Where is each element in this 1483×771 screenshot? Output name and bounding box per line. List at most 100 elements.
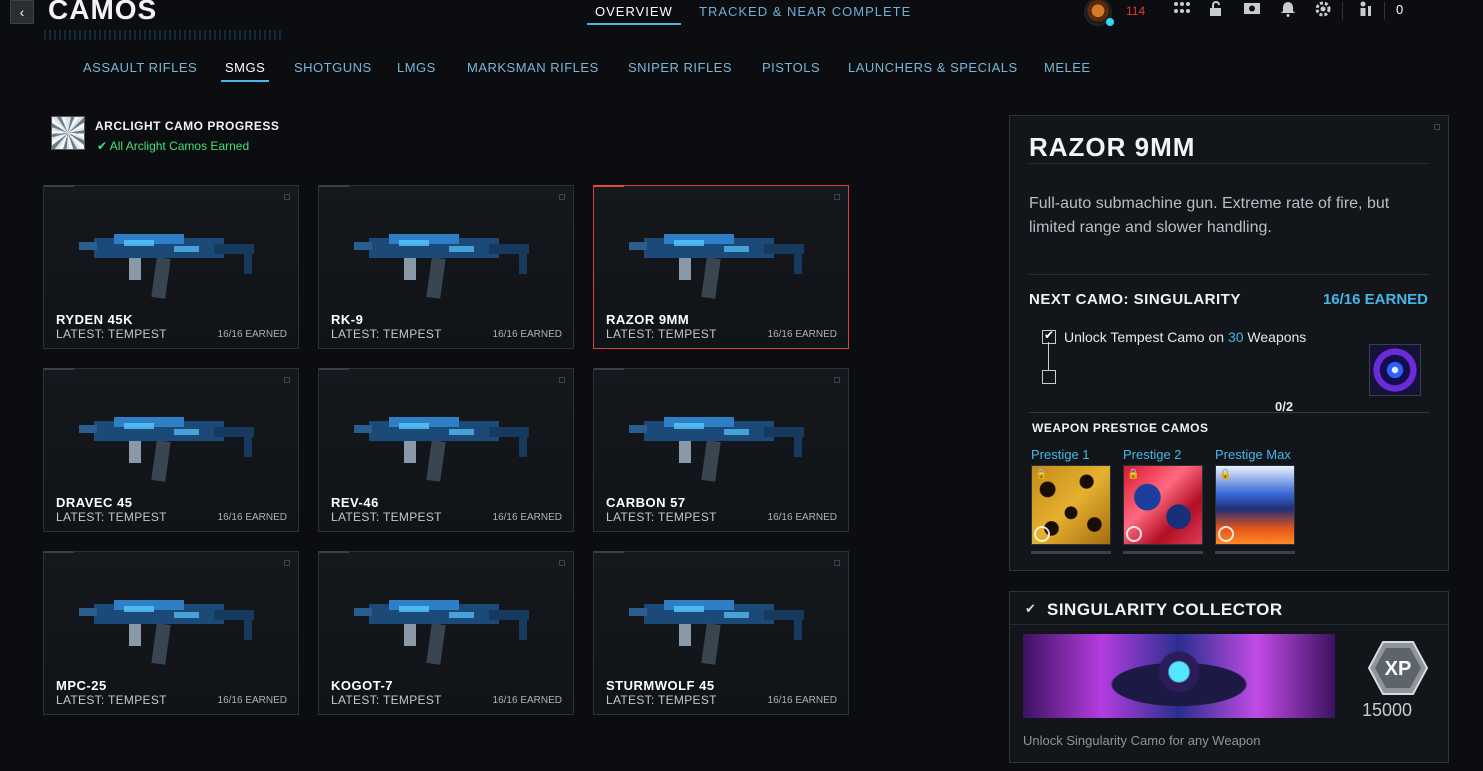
weapon-card[interactable]: KOGOT-7 LATEST: TEMPEST 16/16 EARNED — [318, 551, 574, 715]
card-corner-marker — [559, 194, 565, 200]
weapon-latest-camo: LATEST: TEMPEST — [606, 693, 717, 707]
weapon-earned-count: 16/16 EARNED — [492, 512, 562, 523]
xp-reward-value: 15000 — [1362, 700, 1413, 720]
prestige-badge-icon — [1218, 526, 1234, 542]
prestige-badge-icon — [1034, 526, 1050, 542]
challenge-checkbox-pending — [1042, 370, 1056, 384]
weapon-image — [349, 580, 545, 676]
settings-gear-icon[interactable] — [1313, 0, 1333, 20]
panel-corner-marker — [1434, 124, 1440, 130]
card-accent — [319, 185, 349, 187]
tab-assault-rifles[interactable]: ASSAULT RIFLES — [83, 60, 197, 75]
page-title: CAMOS — [48, 0, 158, 25]
collector-title: SINGULARITY COLLECTOR — [1047, 600, 1283, 619]
tab-smgs[interactable]: SMGS — [220, 60, 270, 82]
next-camo-label: NEXT CAMO: SINGULARITY — [1029, 291, 1241, 308]
xp-badge-label: XP — [1385, 658, 1412, 680]
weapon-card[interactable]: RAZOR 9MM LATEST: TEMPEST 16/16 EARNED — [593, 185, 849, 349]
tab-pistols[interactable]: PISTOLS — [762, 60, 820, 75]
theater-icon[interactable] — [1242, 0, 1262, 20]
tab-tracked-near-complete[interactable]: TRACKED & NEAR COMPLETE — [699, 4, 911, 19]
card-corner-marker — [834, 560, 840, 566]
weapon-name: KOGOT-7 — [331, 678, 394, 693]
unlock-icon[interactable] — [1206, 0, 1226, 20]
notification-bell-icon[interactable] — [1278, 0, 1298, 20]
prestige-badge-icon — [1126, 526, 1142, 542]
party-icon[interactable] — [1356, 0, 1376, 20]
weapon-earned-count: 16/16 EARNED — [217, 329, 287, 340]
weapon-description: Full-auto submachine gun. Extreme rate o… — [1029, 195, 1390, 236]
player-level: 114 — [1126, 4, 1146, 18]
tab-melee[interactable]: MELEE — [1044, 60, 1091, 75]
camo-earned-count: 16/16 EARNED — [1322, 291, 1428, 308]
divider — [1010, 624, 1448, 625]
weapon-card[interactable]: RK-9 LATEST: TEMPEST 16/16 EARNED — [318, 185, 574, 349]
weapon-image — [624, 397, 820, 493]
weapon-earned-count: 16/16 EARNED — [767, 329, 837, 340]
weapon-name: RK-9 — [331, 312, 364, 327]
currency-count: 0 — [1396, 2, 1404, 17]
card-corner-marker — [834, 194, 840, 200]
weapon-latest-camo: LATEST: TEMPEST — [56, 693, 167, 707]
weapon-image — [349, 397, 545, 493]
tab-lmgs[interactable]: LMGS — [397, 60, 436, 75]
prestige-1-label: Prestige 1 — [1031, 447, 1090, 462]
challenge-count: 30 — [1227, 329, 1244, 345]
weapon-card[interactable]: RYDEN 45K LATEST: TEMPEST 16/16 EARNED — [43, 185, 299, 349]
prestige-max-camo[interactable]: 🔒 — [1215, 465, 1295, 545]
weapon-latest-camo: LATEST: TEMPEST — [331, 693, 442, 707]
chevron-left-icon: ‹ — [19, 4, 25, 20]
weapon-image — [349, 214, 545, 310]
card-corner-marker — [284, 560, 290, 566]
arclight-status: ✔ All Arclight Camos Earned — [97, 139, 249, 153]
title-decoration — [44, 30, 284, 40]
profile-emblem[interactable] — [1084, 0, 1114, 26]
weapon-card[interactable]: CARBON 57 LATEST: TEMPEST 16/16 EARNED — [593, 368, 849, 532]
card-accent — [319, 551, 349, 553]
prestige-max-label: Prestige Max — [1215, 447, 1291, 462]
checkmark-icon: ✔ — [1044, 328, 1055, 342]
tab-launchers-specials[interactable]: LAUNCHERS & SPECIALS — [848, 60, 1018, 75]
weapon-latest-camo: LATEST: TEMPEST — [331, 327, 442, 341]
weapon-earned-count: 16/16 EARNED — [767, 512, 837, 523]
back-button[interactable]: ‹ — [10, 0, 34, 24]
tab-sniper-rifles[interactable]: SNIPER RIFLES — [628, 60, 732, 75]
weapon-latest-camo: LATEST: TEMPEST — [606, 510, 717, 524]
weapon-earned-count: 16/16 EARNED — [492, 695, 562, 706]
divider — [1029, 163, 1429, 164]
card-accent — [594, 551, 624, 553]
challenge-progress-bar — [1029, 412, 1429, 413]
weapon-latest-camo: LATEST: TEMPEST — [56, 327, 167, 341]
weapon-name: RYDEN 45K — [56, 312, 133, 327]
calling-card-image[interactable] — [1023, 634, 1335, 718]
detail-weapon-name: RAZOR 9MM — [1029, 132, 1196, 162]
tab-marksman-rifles[interactable]: MARKSMAN RIFLES — [467, 60, 599, 75]
challenge-text-suffix: Weapons — [1243, 329, 1307, 345]
prestige-1-camo[interactable]: 🔒 — [1031, 465, 1111, 545]
singularity-camo-thumbnail[interactable] — [1369, 344, 1421, 396]
top-bar: ‹ CAMOS OVERVIEW TRACKED & NEAR COMPLETE… — [0, 0, 1483, 40]
card-corner-marker — [559, 560, 565, 566]
weapon-name: RAZOR 9MM — [606, 312, 690, 327]
card-corner-marker — [284, 377, 290, 383]
weapon-card[interactable]: REV-46 LATEST: TEMPEST 16/16 EARNED — [318, 368, 574, 532]
apps-grid-icon[interactable] — [1172, 0, 1192, 20]
weapon-image — [74, 214, 270, 310]
challenge-text: Unlock Tempest Camo on 30 Weapons — [1064, 329, 1306, 345]
weapon-name: STURMWOLF 45 — [606, 678, 715, 693]
arclight-status-text: All Arclight Camos Earned — [109, 139, 250, 153]
card-corner-marker — [284, 194, 290, 200]
divider — [1029, 274, 1429, 275]
tab-shotguns[interactable]: SHOTGUNS — [294, 60, 372, 75]
prestige-2-camo[interactable]: 🔒 — [1123, 465, 1203, 545]
weapon-card[interactable]: MPC-25 LATEST: TEMPEST 16/16 EARNED — [43, 551, 299, 715]
weapon-earned-count: 16/16 EARNED — [217, 695, 287, 706]
weapon-card[interactable]: DRAVEC 45 LATEST: TEMPEST 16/16 EARNED — [43, 368, 299, 532]
card-accent — [594, 185, 624, 187]
divider — [1384, 2, 1385, 20]
weapon-detail-panel: RAZOR 9MM Full-auto submachine gun. Extr… — [1009, 115, 1449, 571]
arclight-title: ARCLIGHT CAMO PROGRESS — [95, 119, 280, 133]
tab-overview[interactable]: OVERVIEW — [587, 4, 681, 25]
weapon-card[interactable]: STURMWOLF 45 LATEST: TEMPEST 16/16 EARNED — [593, 551, 849, 715]
weapon-name: MPC-25 — [56, 678, 107, 693]
